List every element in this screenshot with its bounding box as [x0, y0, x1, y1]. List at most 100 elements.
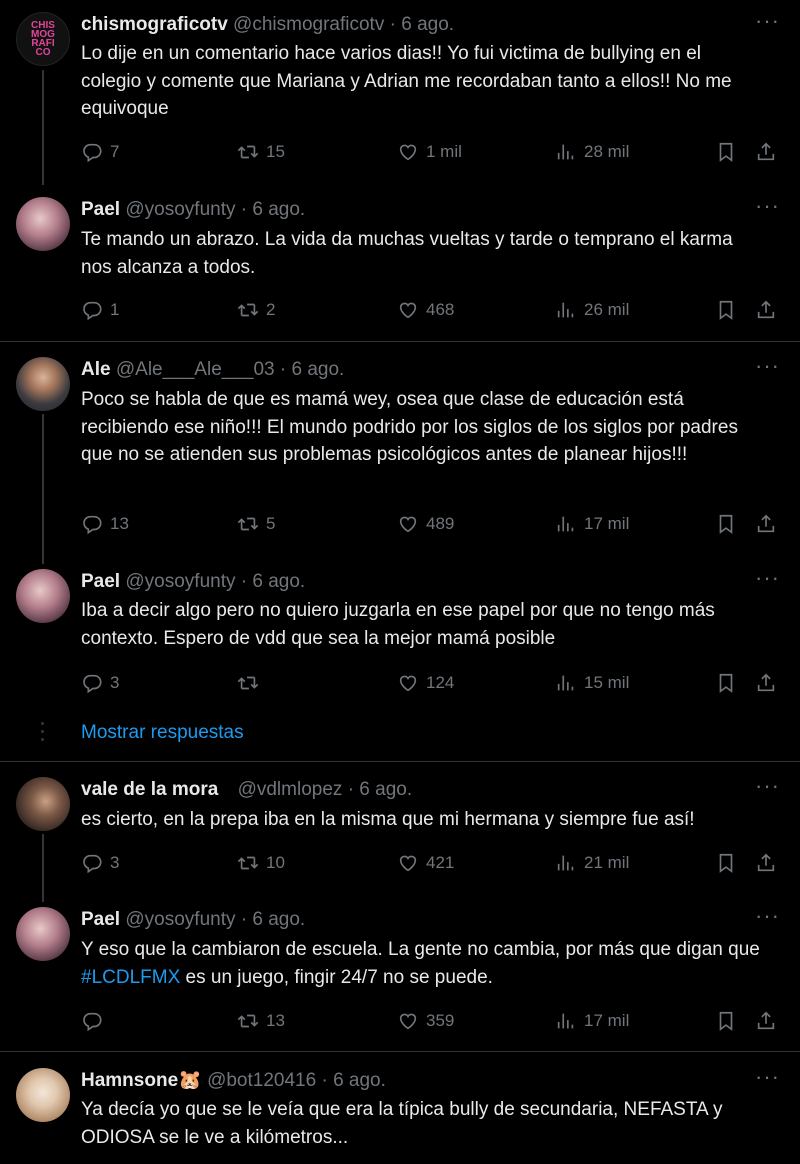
like-button[interactable]: 124 [397, 671, 454, 695]
retweet-button[interactable]: 10 [237, 851, 285, 875]
author-name[interactable]: Pael [81, 571, 120, 592]
author-handle[interactable]: @yosoyfunty [125, 571, 235, 592]
heart-icon [397, 852, 419, 874]
avatar[interactable] [16, 197, 70, 251]
like-count: 489 [426, 514, 455, 533]
retweet-button[interactable]: 13 [237, 1009, 285, 1033]
bookmark-button[interactable] [715, 298, 744, 322]
share-button[interactable] [755, 512, 784, 536]
reply-count: 1 [110, 300, 120, 319]
like-button[interactable]: 468 [397, 298, 454, 322]
reply-button[interactable] [81, 1009, 110, 1033]
like-button[interactable]: 489 [397, 512, 454, 536]
author-name[interactable]: Pael [81, 909, 120, 930]
bookmark-button[interactable] [715, 140, 744, 164]
reply-button[interactable]: 3 [81, 671, 119, 695]
author-handle[interactable]: @yosoyfunty [125, 909, 235, 930]
share-button[interactable] [755, 671, 784, 695]
tweet-text: es cierto, en la prepa iba en la misma q… [81, 809, 695, 830]
author-handle[interactable]: @yosoyfunty [125, 199, 235, 220]
action-bar: 3 124 15 mil [81, 671, 800, 695]
tweet-text: Poco se habla de que es mamá wey, osea q… [81, 389, 738, 465]
bookmark-button[interactable] [715, 512, 744, 536]
like-button[interactable]: 359 [397, 1009, 454, 1033]
retweet-icon [237, 141, 259, 163]
reply-icon [81, 299, 103, 321]
author-name[interactable]: chismograficotv [81, 14, 228, 35]
views-button[interactable]: 28 mil [555, 140, 629, 164]
retweet-button[interactable]: 2 [237, 298, 275, 322]
tweet-date[interactable]: 6 ago. [401, 14, 454, 35]
hashtag-link[interactable]: #LCDLFMX [81, 967, 180, 988]
retweet-button[interactable]: 5 [237, 512, 275, 536]
like-button[interactable]: 421 [397, 851, 454, 875]
like-button[interactable]: 1 mil [397, 140, 462, 164]
tweet-date[interactable]: 6 ago. [252, 571, 305, 592]
thread-dots [41, 722, 44, 746]
more-options-icon[interactable]: ··· [755, 775, 780, 797]
bookmark-button[interactable] [715, 671, 744, 695]
views-icon [555, 141, 577, 163]
share-button[interactable] [755, 1009, 784, 1033]
avatar[interactable]: CHIS MOG RAFI CO [16, 12, 70, 66]
heart-icon [397, 141, 419, 163]
tweet-header: Hamnsone🐹 @bot120416 · 6 ago. [81, 1068, 386, 1094]
views-button[interactable]: 17 mil [555, 512, 629, 536]
author-handle[interactable]: @bot120416 [207, 1070, 316, 1091]
reply-button[interactable]: 13 [81, 512, 129, 536]
show-replies-link[interactable]: Mostrar respuestas [81, 722, 244, 744]
tweet-date[interactable]: 6 ago. [333, 1070, 386, 1091]
share-button[interactable] [755, 140, 784, 164]
author-handle[interactable]: @vdlmlopez [238, 779, 343, 800]
reply-button[interactable]: 1 [81, 298, 119, 322]
avatar[interactable] [16, 569, 70, 623]
tweet-date[interactable]: 6 ago. [359, 779, 412, 800]
more-options-icon[interactable]: ··· [755, 1066, 780, 1088]
tweet-text: Y eso que la cambiaron de escuela. La ge… [81, 936, 766, 991]
share-button[interactable] [755, 851, 784, 875]
author-name[interactable]: Hamnsone🐹 [81, 1070, 202, 1091]
more-options-icon[interactable]: ··· [755, 905, 780, 927]
tweet-date[interactable]: 6 ago. [252, 909, 305, 930]
author-name[interactable]: Ale [81, 359, 111, 380]
author-handle[interactable]: @Ale___Ale___03 [116, 359, 275, 380]
tweet-text-part: Y eso que la cambiaron de escuela. La ge… [81, 939, 760, 960]
author-handle[interactable]: @chismograficotv [233, 14, 384, 35]
more-options-icon[interactable]: ··· [755, 567, 780, 589]
thread-line [42, 834, 44, 902]
author-name[interactable]: vale de la mora [81, 779, 218, 800]
views-button[interactable]: 15 mil [555, 671, 629, 695]
share-button[interactable] [755, 298, 784, 322]
author-name[interactable]: Pael [81, 199, 120, 220]
views-button[interactable]: 21 mil [555, 851, 629, 875]
avatar[interactable] [16, 777, 70, 831]
share-icon [755, 299, 777, 321]
tweet-text: Lo dije en un comentario hace varios dia… [81, 43, 732, 119]
action-bar: 13 5 489 17 mil [81, 512, 800, 536]
bookmark-icon [715, 1010, 737, 1032]
separator-dot: · [389, 14, 396, 35]
views-button[interactable]: 26 mil [555, 298, 629, 322]
bookmark-button[interactable] [715, 1009, 744, 1033]
reply-button[interactable]: 7 [81, 140, 119, 164]
reply-icon [81, 513, 103, 535]
like-count: 124 [426, 673, 455, 692]
avatar[interactable] [16, 907, 70, 961]
retweet-button[interactable]: 15 [237, 140, 285, 164]
more-options-icon[interactable]: ··· [755, 355, 780, 377]
more-options-icon[interactable]: ··· [755, 195, 780, 217]
share-icon [755, 852, 777, 874]
bookmark-button[interactable] [715, 851, 744, 875]
tweet-date[interactable]: 6 ago. [292, 359, 345, 380]
action-bar: 7 15 1 mil 28 mil [81, 140, 800, 164]
bookmark-icon [715, 513, 737, 535]
avatar[interactable] [16, 1068, 70, 1122]
tweet-date[interactable]: 6 ago. [252, 199, 305, 220]
retweet-icon [237, 299, 259, 321]
retweet-button[interactable] [237, 671, 266, 695]
avatar[interactable] [16, 357, 70, 411]
views-button[interactable]: 17 mil [555, 1009, 629, 1033]
reply-button[interactable]: 3 [81, 851, 119, 875]
more-options-icon[interactable]: ··· [755, 10, 780, 32]
separator-dot: · [347, 779, 355, 800]
